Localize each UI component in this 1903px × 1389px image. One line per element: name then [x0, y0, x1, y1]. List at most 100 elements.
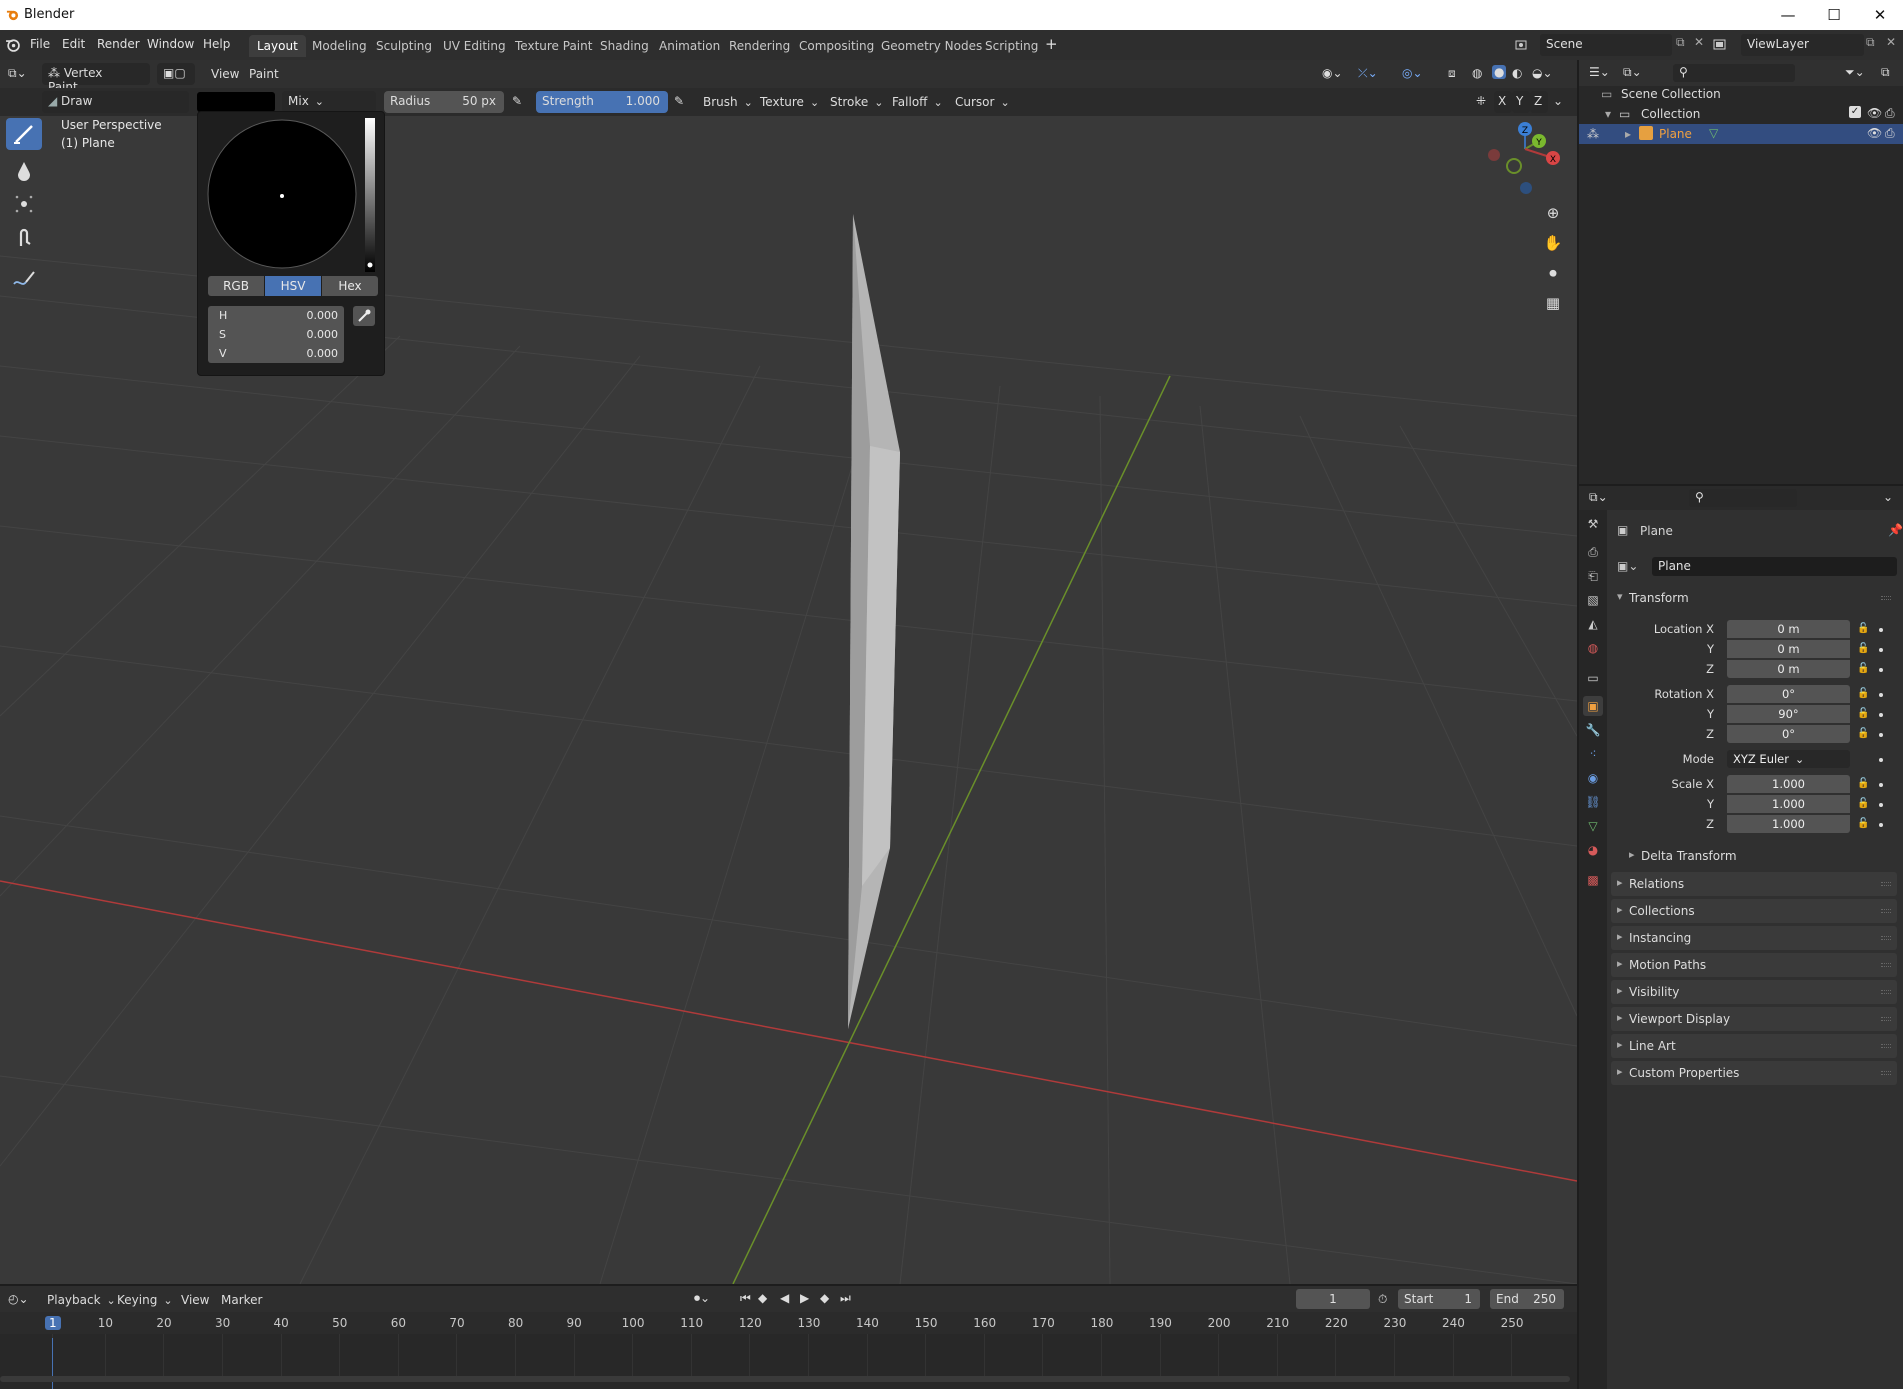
jump-to-end-icon[interactable]: ⏭: [840, 1291, 851, 1306]
animate-scale-x-dot[interactable]: [1879, 783, 1883, 787]
mirror-y-toggle[interactable]: Y: [1512, 91, 1530, 113]
location-z-field[interactable]: 0 m: [1727, 660, 1850, 678]
perspective-grid-icon[interactable]: ▦: [1540, 290, 1566, 316]
plane-render-camera-icon[interactable]: ⎙: [1885, 126, 1895, 141]
animate-rotation-mode-dot[interactable]: [1879, 758, 1883, 762]
mode-dropdown[interactable]: ⁂ Vertex Paint: [42, 63, 150, 94]
lock-location-y-icon[interactable]: 🔓: [1857, 643, 1871, 655]
menu-view[interactable]: View: [211, 67, 239, 81]
outliner-row-collection[interactable]: ▾ ▭ Collection ✓ 👁 ⎙: [1579, 104, 1903, 124]
rotation-x-field[interactable]: 0°: [1727, 685, 1850, 703]
tab-modeling[interactable]: Modeling: [304, 35, 375, 57]
blender-menu-icon[interactable]: [5, 37, 20, 52]
menu-help[interactable]: Help: [203, 37, 230, 51]
drag-grip-icon[interactable]: [1881, 1044, 1891, 1048]
jump-to-previous-keyframe-icon[interactable]: ◆: [758, 1291, 767, 1305]
rgb-tab[interactable]: RGB: [208, 276, 264, 296]
eyedropper-icon[interactable]: [353, 306, 375, 326]
camera-view-icon[interactable]: ⏺: [1540, 260, 1566, 286]
play-reverse-icon[interactable]: ◀: [780, 1291, 789, 1305]
timeline-scrollbar[interactable]: [0, 1376, 1570, 1382]
properties-options-chevron-icon[interactable]: ⌄: [1883, 490, 1893, 504]
plane-visibility-eye-icon[interactable]: 👁: [1867, 126, 1882, 140]
radius-field[interactable]: Radius 50 px: [384, 91, 504, 113]
scene-copy-icon[interactable]: ⧉: [1676, 35, 1685, 50]
animate-scale-z-dot[interactable]: [1879, 823, 1883, 827]
object-name-field[interactable]: Plane: [1652, 557, 1897, 576]
rendered-shading-icon[interactable]: ◒⌄: [1532, 66, 1553, 80]
render-tab-icon[interactable]: ⎙: [1583, 542, 1603, 562]
blend-mode-dropdown[interactable]: Mix: [282, 91, 376, 113]
visibility-panel-header[interactable]: ▸ Visibility: [1611, 980, 1897, 1004]
add-workspace-plus-icon[interactable]: +: [1045, 35, 1058, 53]
relations-panel-header[interactable]: ▸ Relations: [1611, 872, 1897, 896]
viewlayer-remove-icon[interactable]: ✕: [1886, 35, 1896, 49]
viewport-display-panel-header[interactable]: ▸ Viewport Display: [1611, 1007, 1897, 1031]
scene-icon[interactable]: [1514, 38, 1530, 52]
material-shading-icon[interactable]: ◐: [1512, 66, 1522, 80]
animate-rotation-y-dot[interactable]: [1879, 713, 1883, 717]
auto-keying-record-icon[interactable]: ⏺⌄: [694, 1291, 710, 1306]
navigation-gizmo[interactable]: Z Y X: [1480, 116, 1560, 200]
tab-geometry-nodes[interactable]: Geometry Nodes: [873, 35, 990, 57]
menu-playback[interactable]: Playback: [47, 1293, 116, 1307]
delta-transform-subpanel[interactable]: ▸ Delta Transform: [1623, 844, 1897, 868]
strength-field[interactable]: Strength 1.000: [536, 91, 668, 113]
value-field[interactable]: V 0.000: [208, 344, 344, 363]
custom-properties-panel-header[interactable]: ▸ Custom Properties: [1611, 1061, 1897, 1085]
scale-z-field[interactable]: 1.000: [1727, 815, 1850, 833]
saturation-field[interactable]: S 0.000: [208, 325, 344, 344]
tab-layout[interactable]: Layout: [249, 35, 306, 57]
tab-animation[interactable]: Animation: [651, 35, 728, 57]
pin-icon[interactable]: 📌: [1888, 523, 1903, 537]
view-layer-tab-icon[interactable]: ▧: [1583, 590, 1603, 610]
menu-cursor[interactable]: Cursor: [955, 95, 1010, 109]
drag-grip-icon[interactable]: [1881, 963, 1891, 967]
menu-file[interactable]: File: [30, 37, 50, 51]
strength-pressure-icon[interactable]: ✎: [674, 94, 684, 108]
menu-render[interactable]: Render: [97, 37, 140, 51]
drag-grip-icon[interactable]: [1881, 596, 1891, 600]
viewlayer-copy-icon[interactable]: ⧉: [1866, 35, 1875, 50]
tab-scripting[interactable]: Scripting: [977, 35, 1046, 57]
modifier-tab-icon[interactable]: 🔧: [1583, 720, 1603, 740]
drag-grip-icon[interactable]: [1881, 909, 1891, 913]
close-window-button[interactable]: ✕: [1857, 0, 1903, 30]
menu-falloff[interactable]: Falloff: [892, 95, 943, 109]
tool-tab-icon[interactable]: ⚒: [1583, 514, 1603, 534]
average-tool-button[interactable]: [6, 188, 42, 220]
rotation-y-field[interactable]: 90°: [1727, 705, 1850, 723]
new-collection-icon[interactable]: ⧉: [1881, 65, 1890, 80]
animate-location-x-dot[interactable]: [1879, 628, 1883, 632]
particles-tab-icon[interactable]: ⁖: [1583, 744, 1603, 764]
tab-uv-editing[interactable]: UV Editing: [435, 35, 514, 57]
maximize-button[interactable]: ☐: [1811, 0, 1857, 30]
animate-location-z-dot[interactable]: [1879, 668, 1883, 672]
tab-shading[interactable]: Shading: [592, 35, 657, 57]
mirror-x-toggle[interactable]: X: [1494, 91, 1512, 113]
solid-shading-icon[interactable]: ●: [1492, 65, 1507, 79]
menu-marker[interactable]: Marker: [221, 1293, 262, 1307]
object-tab-icon[interactable]: ▣: [1583, 696, 1603, 716]
collection-visibility-eye-icon[interactable]: 👁: [1867, 106, 1882, 120]
plane-object[interactable]: [848, 214, 900, 1029]
drag-grip-icon[interactable]: [1881, 882, 1891, 886]
expand-chevron-icon[interactable]: ▾: [1605, 107, 1611, 121]
lock-location-x-icon[interactable]: 🔓: [1857, 623, 1871, 635]
brush-selector[interactable]: ◢ Draw: [42, 91, 189, 113]
object-data-dropdown-icon[interactable]: ▣⌄: [1617, 559, 1638, 573]
wireframe-shading-icon[interactable]: ◍: [1472, 66, 1482, 80]
timeline-editor-type-icon[interactable]: ◴⌄: [8, 1292, 29, 1306]
view-mask-toggle[interactable]: ▣▢: [157, 63, 195, 85]
color-swatch[interactable]: [197, 92, 275, 112]
drag-grip-icon[interactable]: [1881, 1071, 1891, 1075]
filter-icon[interactable]: ⏷⌄: [1845, 65, 1865, 80]
blur-tool-button[interactable]: [6, 154, 42, 186]
output-tab-icon[interactable]: ⎗: [1583, 566, 1603, 586]
smear-tool-button[interactable]: [6, 222, 42, 254]
minimize-button[interactable]: —: [1765, 0, 1811, 30]
drag-grip-icon[interactable]: [1881, 936, 1891, 940]
properties-search-input[interactable]: ⚲: [1689, 489, 1797, 507]
menu-stroke[interactable]: Stroke: [830, 95, 883, 109]
radius-pressure-icon[interactable]: ✎: [512, 94, 522, 108]
